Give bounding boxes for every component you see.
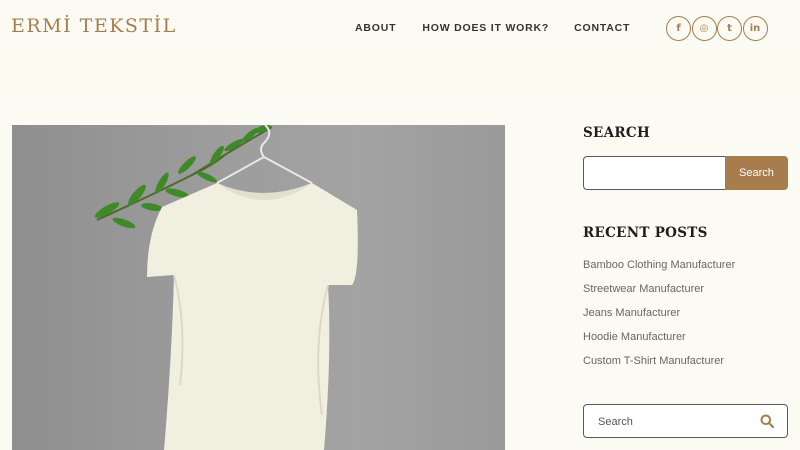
main-nav: ABOUT HOW DOES IT WORK? CONTACT bbox=[355, 22, 630, 34]
nav-contact[interactable]: CONTACT bbox=[574, 22, 630, 34]
search-widget: Search bbox=[583, 156, 788, 190]
social-links: f ◎ t in bbox=[666, 16, 768, 41]
search-input[interactable] bbox=[583, 156, 725, 190]
recent-posts-list: Bamboo Clothing Manufacturer Streetwear … bbox=[583, 259, 735, 379]
tshirt-illustration bbox=[94, 125, 358, 450]
secondary-search bbox=[583, 404, 788, 438]
site-header: ERMİ TEKSTİL ABOUT HOW DOES IT WORK? CON… bbox=[0, 0, 800, 58]
site-logo[interactable]: ERMİ TEKSTİL bbox=[11, 15, 177, 37]
tshirt bbox=[147, 183, 358, 450]
recent-post-link[interactable]: Jeans Manufacturer bbox=[583, 307, 735, 331]
recent-post-link[interactable]: Bamboo Clothing Manufacturer bbox=[583, 259, 735, 283]
twitter-icon[interactable]: t bbox=[717, 16, 742, 41]
hanger bbox=[216, 125, 313, 184]
nav-about[interactable]: ABOUT bbox=[355, 22, 396, 34]
search-icon[interactable] bbox=[760, 414, 775, 433]
recent-posts-title: RECENT POSTS bbox=[583, 225, 708, 241]
instagram-icon[interactable]: ◎ bbox=[691, 16, 717, 41]
facebook-icon[interactable]: f bbox=[666, 16, 691, 41]
linkedin-icon[interactable]: in bbox=[742, 16, 768, 41]
search-title: SEARCH bbox=[583, 125, 651, 141]
nav-how-does-it-work[interactable]: HOW DOES IT WORK? bbox=[422, 22, 549, 34]
header-band bbox=[0, 58, 800, 98]
recent-post-link[interactable]: Hoodie Manufacturer bbox=[583, 331, 735, 355]
search-button[interactable]: Search bbox=[725, 156, 788, 190]
recent-post-link[interactable]: Streetwear Manufacturer bbox=[583, 283, 735, 307]
secondary-search-input[interactable] bbox=[598, 412, 748, 432]
hero-image bbox=[12, 125, 505, 450]
recent-post-link[interactable]: Custom T-Shirt Manufacturer bbox=[583, 355, 735, 379]
